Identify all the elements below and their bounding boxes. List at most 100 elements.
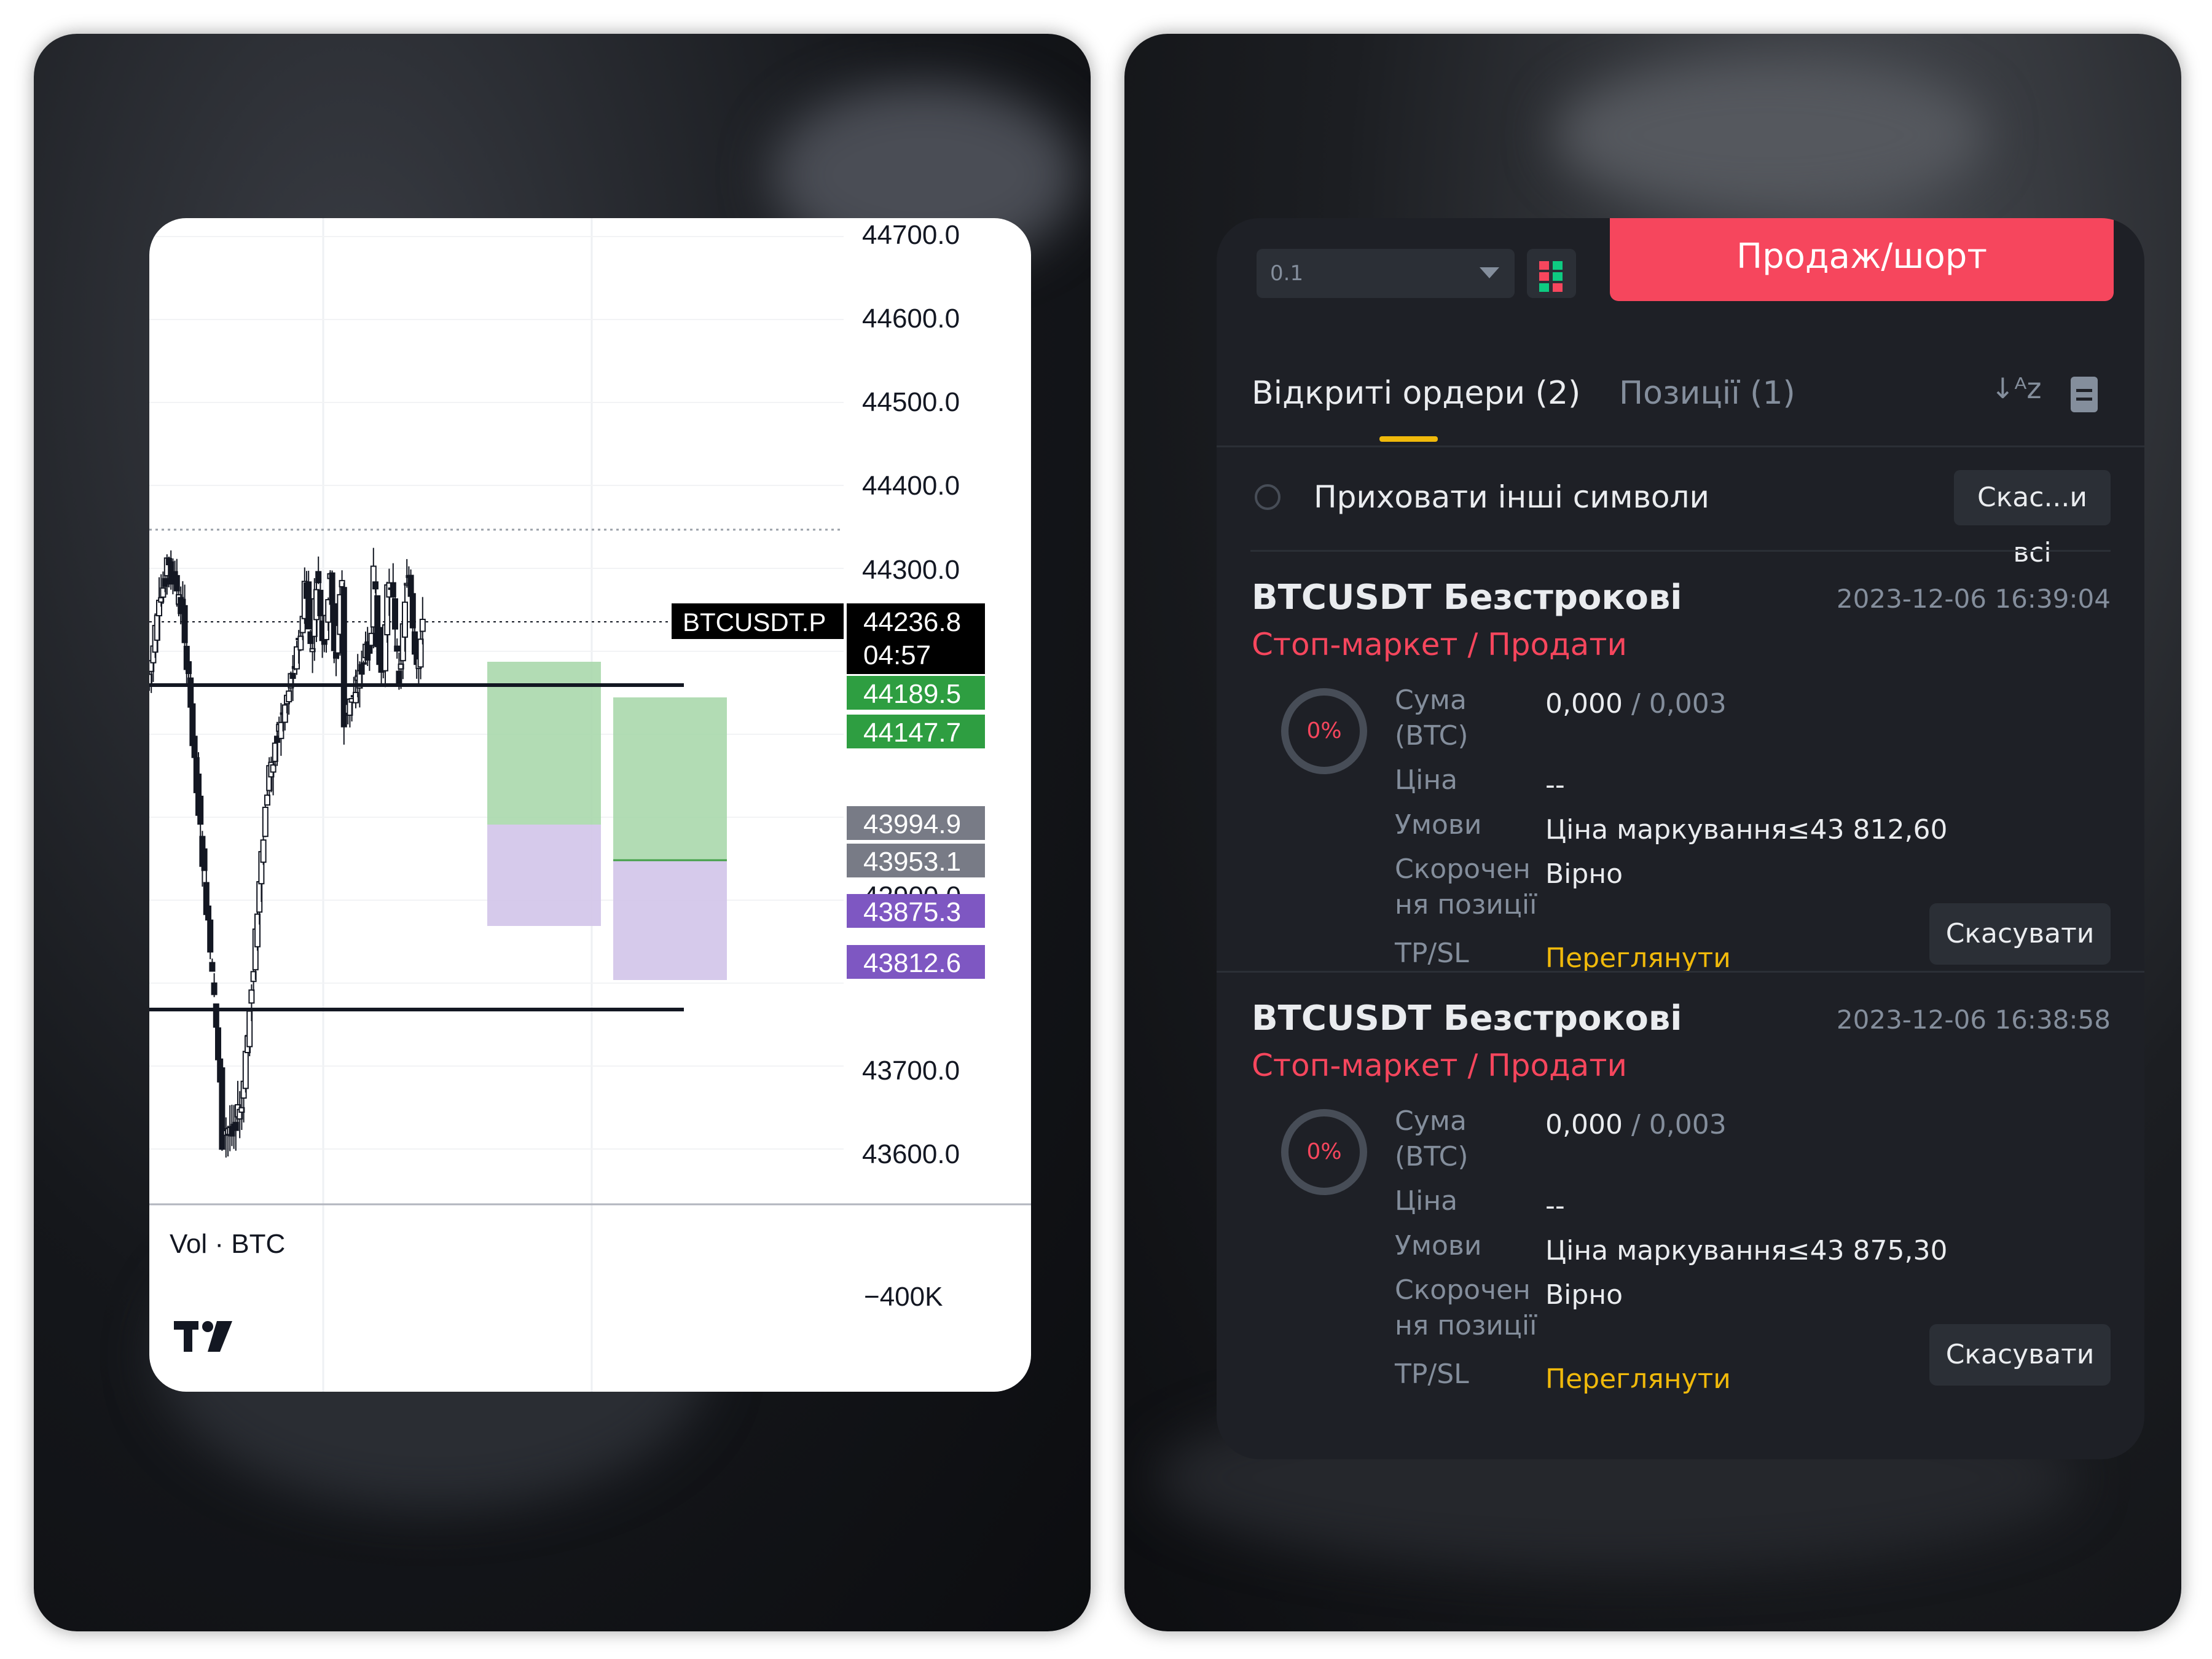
reduce-only-label-2: ня позиції <box>1395 889 1537 920</box>
cancel-order-button[interactable]: Скасувати <box>1929 1324 2111 1386</box>
amount-label: Сума <box>1395 1105 1467 1137</box>
stop-loss-zone-2[interactable] <box>613 860 727 980</box>
order-card: BTCUSDT Безстрокові 2023-12-06 16:39:04 … <box>1217 578 2144 1002</box>
fill-percent: 0% <box>1306 718 1342 743</box>
conditions-value: Ціна маркування≤43 875,30 <box>1545 1235 1948 1266</box>
candle-body <box>260 839 267 863</box>
divider <box>1217 445 2144 447</box>
amount-unit-label: (BTC) <box>1395 1141 1469 1172</box>
chevron-down-icon <box>1480 267 1499 278</box>
price-tick: 43600.0 <box>862 1139 960 1169</box>
candle-body <box>242 1051 249 1089</box>
price-tick: 43700.0 <box>862 1056 960 1086</box>
fill-progress-ring: 0% <box>1281 1109 1367 1195</box>
conditions-label: Умови <box>1395 809 1482 841</box>
document-icon[interactable] <box>2071 377 2098 412</box>
candle-body <box>197 795 204 825</box>
price-label: Ціна <box>1395 764 1458 796</box>
hide-other-symbols-label: Приховати інші символи <box>1314 479 1709 515</box>
open-orders-panel: 0.1 Продаж/шорт Відкриті ордери (2) Пози… <box>1217 218 2144 1459</box>
reduce-only-label-2: ня позиції <box>1395 1310 1537 1341</box>
price-chart[interactable]: 44700.0 44600.0 44500.0 44400.0 44300.0 … <box>149 218 1031 1392</box>
price-value: -- <box>1545 769 1565 801</box>
candle-body <box>305 581 312 630</box>
candle-body <box>207 919 214 953</box>
tpsl-label: TP/SL <box>1395 1359 1469 1390</box>
order-timestamp: 2023-12-06 16:38:58 <box>1836 1005 2111 1035</box>
candle-body <box>248 989 255 1004</box>
candle-body <box>402 602 408 638</box>
amount-label: Сума <box>1395 684 1467 716</box>
quantity-select[interactable]: 0.1 <box>1257 249 1515 298</box>
price-value: -- <box>1545 1190 1565 1222</box>
order-symbol: BTCUSDT Безстрокові <box>1252 998 1682 1038</box>
order-type: Стоп-маркет / Продати <box>1252 1048 1627 1083</box>
reduce-only-value: Вірно <box>1545 1279 1623 1311</box>
candle-body <box>209 962 216 972</box>
tab-open-orders[interactable]: Відкриті ордери (2) <box>1252 375 1580 412</box>
amount-value: 0,000 / 0,003 <box>1545 688 1727 720</box>
tpsl-view-link[interactable]: Переглянути <box>1545 943 1731 974</box>
reduce-only-value: Вірно <box>1545 858 1623 890</box>
candle-body <box>286 690 292 703</box>
entry-price-tag: 43994.9 <box>863 809 961 839</box>
tab-positions[interactable]: Позиції (1) <box>1619 375 1795 412</box>
amount-value: 0,000 / 0,003 <box>1545 1109 1727 1140</box>
active-tab-indicator <box>1379 436 1438 442</box>
hide-other-symbols-radio[interactable] <box>1255 484 1281 510</box>
sl-price-tag: 43812.6 <box>863 948 961 978</box>
price-tick: 44400.0 <box>862 471 960 501</box>
sell-short-button[interactable]: Продаж/шорт <box>1610 218 2114 301</box>
price-tick: 44300.0 <box>862 555 960 585</box>
last-price-tag: 44236.8 <box>863 607 961 637</box>
price-label: Ціна <box>1395 1185 1458 1217</box>
divider <box>1250 550 2111 552</box>
order-symbol: BTCUSDT Безстрокові <box>1252 578 1682 618</box>
sl-price-tag: 43875.3 <box>863 897 961 927</box>
orderbook-layout-icon[interactable] <box>1527 249 1576 298</box>
candle-body <box>412 631 418 655</box>
sort-icon[interactable]: ↓ᴬz <box>1991 372 2042 405</box>
conditions-label: Умови <box>1395 1230 1482 1261</box>
divider <box>1217 971 2144 973</box>
reduce-only-label: Скорочен <box>1395 1274 1531 1306</box>
price-tick: 44500.0 <box>862 387 960 417</box>
tp-price-tag: 44189.5 <box>863 679 961 709</box>
candle-body <box>392 598 398 630</box>
candle-body <box>264 794 270 806</box>
candle-body <box>372 581 378 590</box>
quantity-value: 0.1 <box>1270 261 1304 286</box>
cancel-all-button[interactable]: Скас...и всі <box>1954 470 2111 568</box>
candle-body <box>419 618 426 632</box>
tpsl-view-link[interactable]: Переглянути <box>1545 1363 1731 1395</box>
candle-body <box>262 806 269 837</box>
chart-canvas[interactable]: 44700.0 44600.0 44500.0 44400.0 44300.0 … <box>149 218 1031 1392</box>
reduce-only-label: Скорочен <box>1395 853 1531 885</box>
symbol-tag: BTCUSDT.P <box>683 608 826 637</box>
order-type: Стоп-маркет / Продати <box>1252 627 1627 662</box>
fill-percent: 0% <box>1306 1139 1342 1164</box>
order-timestamp: 2023-12-06 16:39:04 <box>1836 584 2111 614</box>
fill-progress-ring: 0% <box>1281 688 1367 774</box>
volume-tick: −400K <box>864 1282 943 1312</box>
tradingview-logo-icon <box>174 1321 232 1352</box>
candle-body <box>394 645 401 652</box>
candle-body <box>211 982 218 995</box>
order-card: BTCUSDT Безстрокові 2023-12-06 16:38:58 … <box>1217 998 2144 1422</box>
tp-price-tag: 44147.7 <box>863 718 961 748</box>
take-profit-zone-2[interactable] <box>613 697 727 860</box>
entry-price-tag: 43953.1 <box>863 847 961 877</box>
volume-label: Vol · BTC <box>170 1229 286 1259</box>
price-tick: 44700.0 <box>862 220 960 250</box>
tpsl-label: TP/SL <box>1395 938 1469 969</box>
candle-body <box>187 677 194 708</box>
cancel-order-button[interactable]: Скасувати <box>1929 903 2111 965</box>
conditions-value: Ціна маркування≤43 812,60 <box>1545 814 1948 845</box>
candle-body <box>315 571 322 584</box>
stop-loss-zone-1[interactable] <box>487 825 601 926</box>
bg-blur <box>1555 58 1985 212</box>
candle-body <box>289 673 296 679</box>
candle-countdown: 04:57 <box>863 640 931 670</box>
amount-unit-label: (BTC) <box>1395 720 1469 751</box>
price-tick: 44600.0 <box>862 304 960 334</box>
